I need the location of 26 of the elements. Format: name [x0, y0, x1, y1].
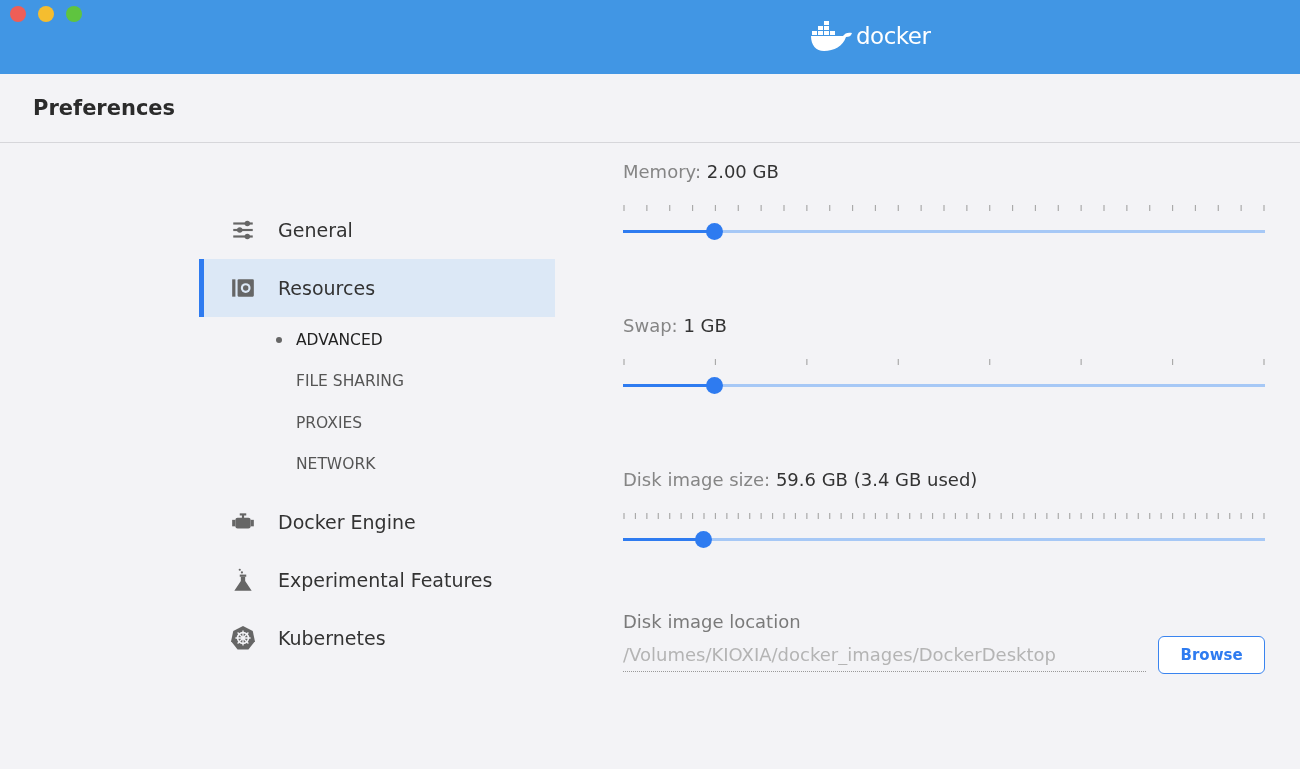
sidebar-item[interactable]: Experimental Features: [199, 551, 555, 609]
slider-thumb[interactable]: [695, 531, 713, 548]
sidebar-label: Kubernetes: [278, 627, 386, 649]
sidebar-subitem[interactable]: NETWORK: [199, 443, 555, 485]
sidebar-item[interactable]: Resources: [199, 259, 555, 317]
sidebar-item[interactable]: General: [199, 201, 555, 259]
location-label: Disk image location: [623, 611, 802, 632]
logo-text: docker: [856, 23, 931, 49]
sidebar-label: Docker Engine: [278, 511, 416, 533]
slider-thumb[interactable]: [706, 377, 724, 394]
sidebar-subitem[interactable]: FILE SHARING: [199, 360, 555, 402]
sidebar-item[interactable]: Kubernetes: [199, 609, 555, 667]
helm-wheel-icon: [230, 625, 256, 651]
sidebar-subitem[interactable]: ADVANCED: [199, 319, 555, 361]
setting-label: Disk image size: 59.6 GB (3.4 GB used): [623, 469, 979, 490]
sidebar-label: Resources: [278, 277, 376, 299]
sidebar-label: General: [278, 219, 353, 241]
sidebar-item[interactable]: Docker Engine: [199, 493, 555, 551]
sidebar-label: Experimental Features: [278, 569, 493, 591]
setting-label: Memory: 2.00 GB: [623, 161, 780, 182]
minimize-button[interactable]: [38, 6, 54, 22]
whale-icon: [810, 20, 854, 52]
page-title: Preferences: [33, 96, 176, 120]
setting-label: Swap: 1 GB: [623, 315, 728, 336]
slider-thumb[interactable]: [706, 223, 724, 240]
sidebar-subitem[interactable]: PROXIES: [199, 402, 555, 444]
